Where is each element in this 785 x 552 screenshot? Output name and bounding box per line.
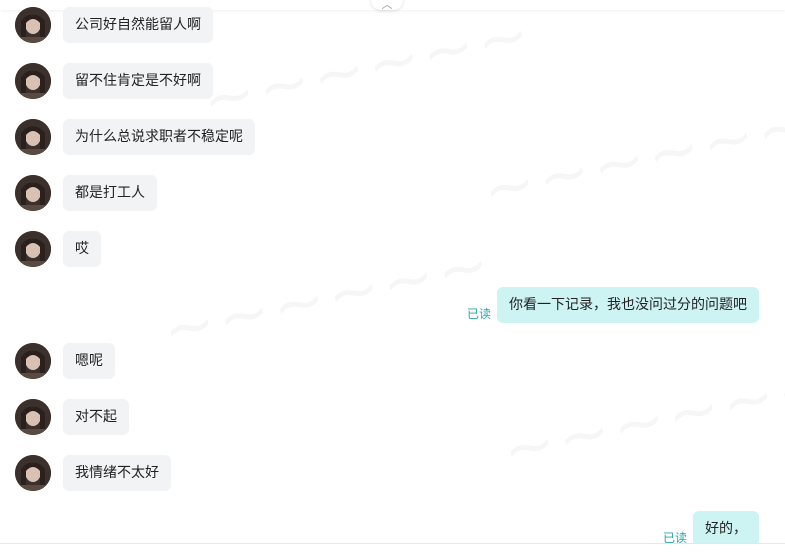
message-bubble[interactable]: 我情绪不太好	[63, 455, 171, 491]
message-bubble[interactable]: 好的，	[693, 511, 759, 547]
avatar[interactable]	[15, 343, 51, 379]
bottom-bar	[0, 543, 785, 552]
avatar[interactable]	[15, 119, 51, 155]
message-bubble[interactable]: 哎	[63, 231, 101, 267]
outgoing-message: 你看一下记录，我也没问过分的问题吧 已读	[0, 287, 785, 323]
incoming-message: 为什么总说求职者不稳定呢	[0, 119, 785, 155]
message-bubble[interactable]: 公司好自然能留人啊	[63, 7, 213, 43]
incoming-message: 对不起	[0, 399, 785, 435]
incoming-message: 公司好自然能留人啊	[0, 7, 785, 43]
avatar[interactable]	[15, 7, 51, 43]
outgoing-message: 好的， 已读	[0, 511, 785, 547]
chat-window: ~~~~~~ ~~~~~~ ~~~~~~ ~~~~~~ ︿ 公司好自然能留人啊留…	[0, 0, 785, 552]
message-bubble[interactable]: 嗯呢	[63, 343, 115, 379]
message-bubble[interactable]: 为什么总说求职者不稳定呢	[63, 119, 255, 155]
incoming-message: 我情绪不太好	[0, 455, 785, 491]
incoming-message: 嗯呢	[0, 343, 785, 379]
incoming-message: 留不住肯定是不好啊	[0, 63, 785, 99]
avatar[interactable]	[15, 455, 51, 491]
avatar[interactable]	[15, 399, 51, 435]
message-bubble[interactable]: 留不住肯定是不好啊	[63, 63, 213, 99]
avatar[interactable]	[15, 175, 51, 211]
avatar[interactable]	[15, 231, 51, 267]
message-bubble[interactable]: 你看一下记录，我也没问过分的问题吧	[497, 287, 759, 323]
avatar[interactable]	[15, 63, 51, 99]
message-bubble[interactable]: 都是打工人	[63, 175, 157, 211]
incoming-message: 哎	[0, 231, 785, 267]
message-bubble[interactable]: 对不起	[63, 399, 129, 435]
read-status: 已读	[466, 307, 491, 321]
incoming-message: 都是打工人	[0, 175, 785, 211]
